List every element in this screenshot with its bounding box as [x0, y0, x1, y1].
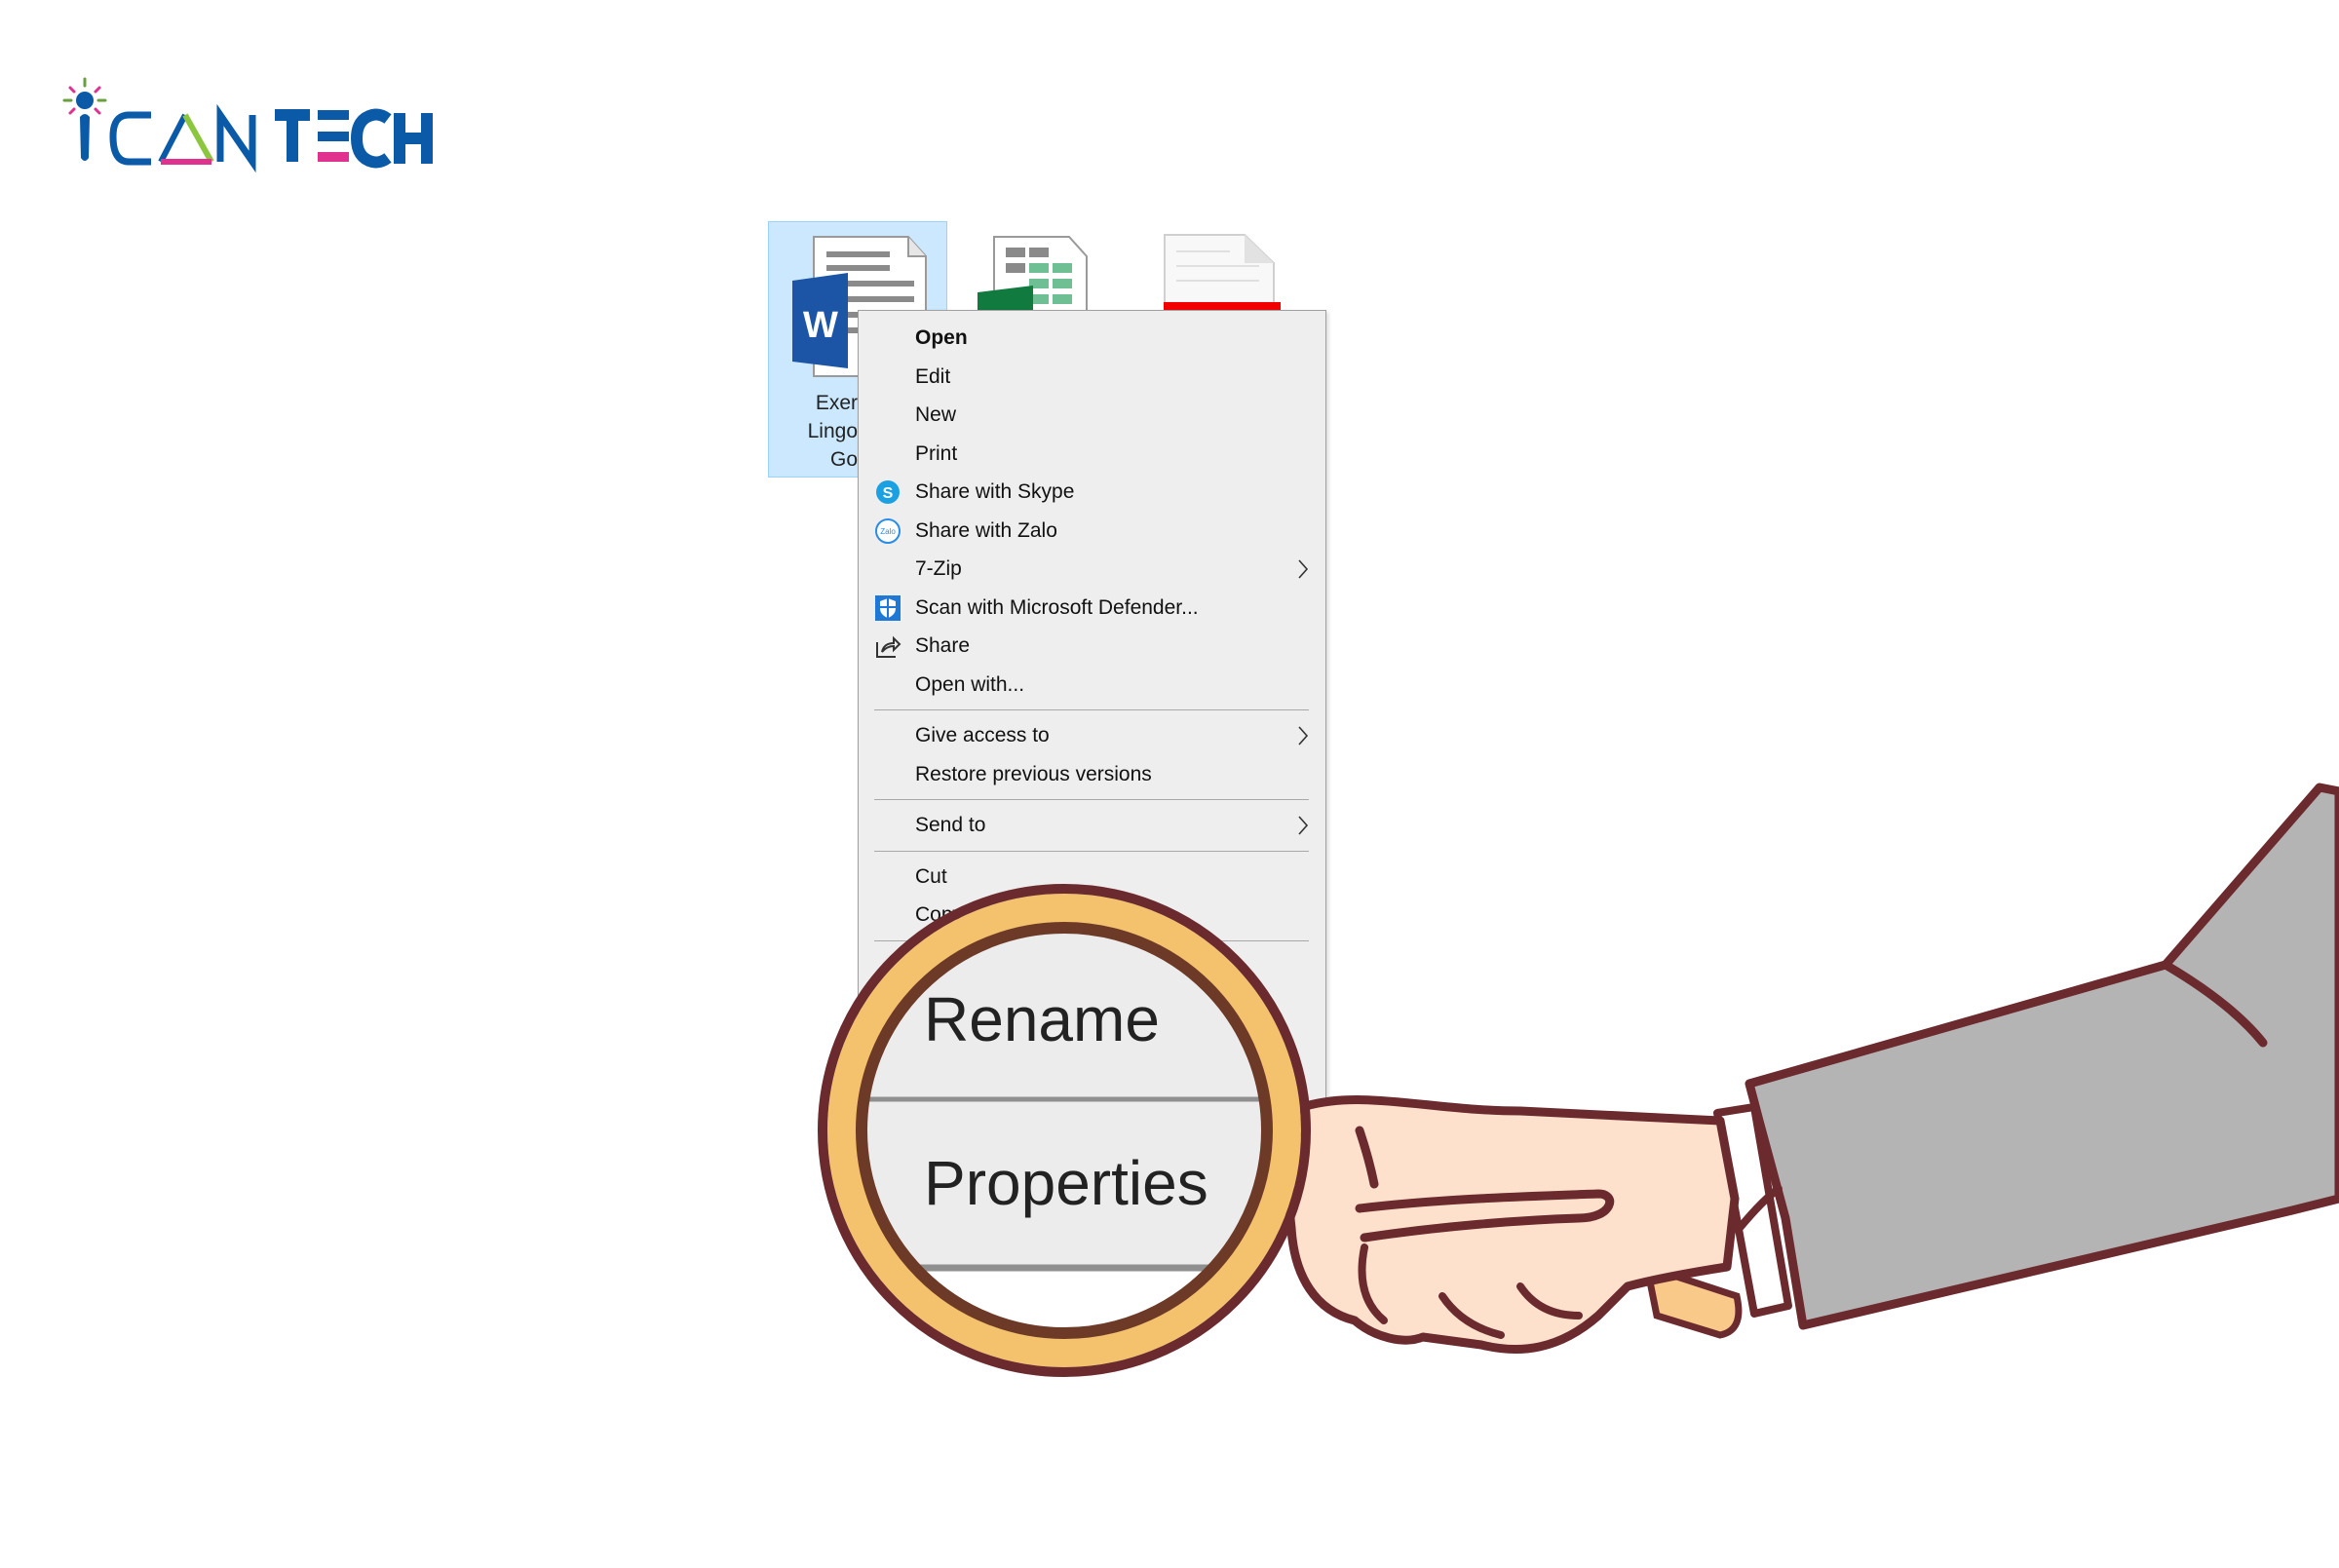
lens-properties-text: Properties [924, 1148, 1208, 1218]
lens-rename-text: Rename [924, 984, 1160, 1054]
magnifier-hand-illustration: Rename Properties [818, 783, 2339, 1377]
suit-sleeve [1745, 783, 2339, 1330]
